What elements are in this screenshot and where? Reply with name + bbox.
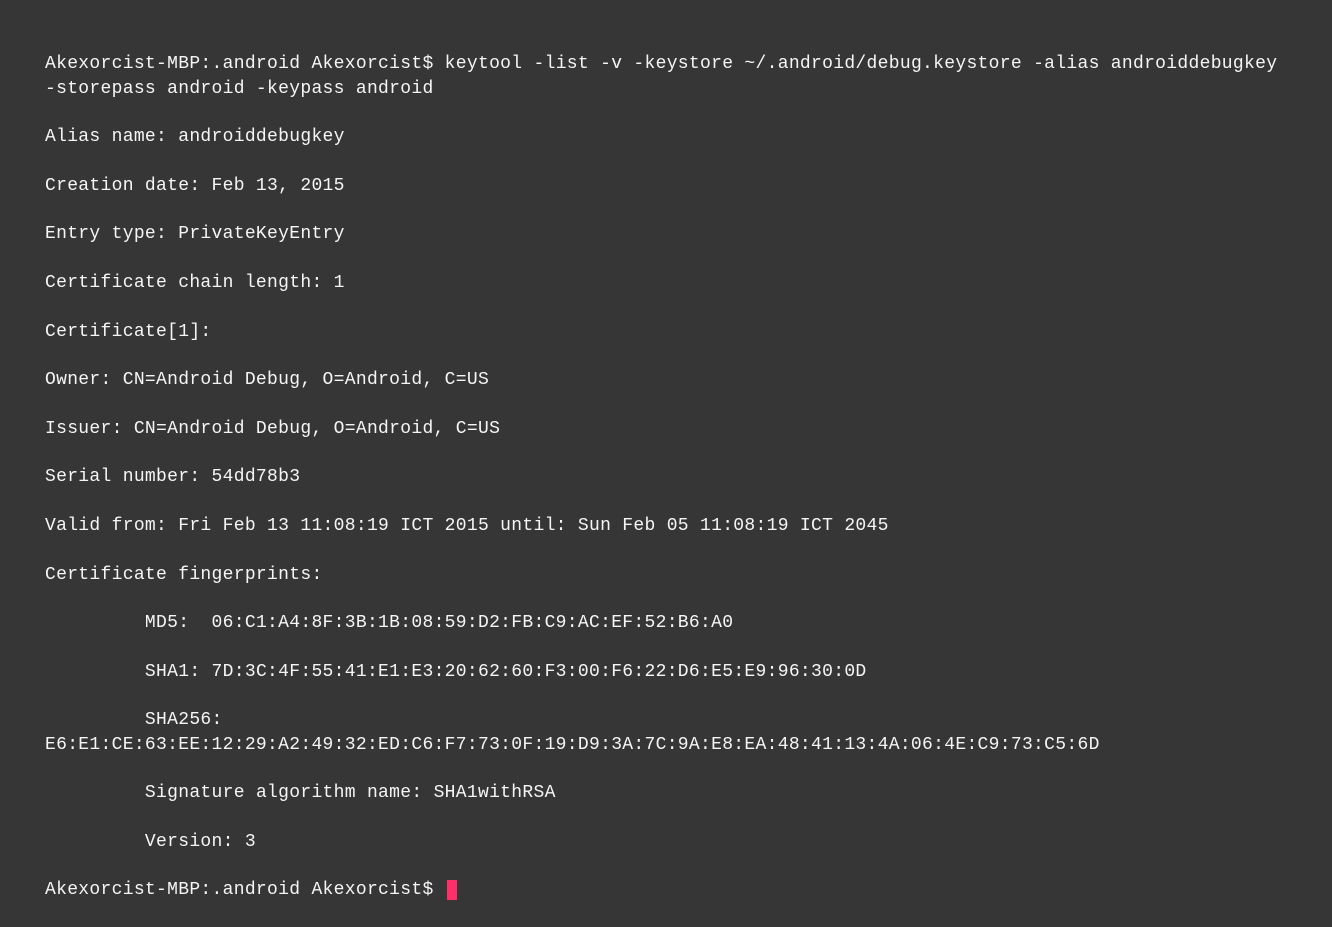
output-entry-type: Entry type: PrivateKeyEntry bbox=[45, 222, 1287, 246]
output-alias-name: Alias name: androiddebugkey bbox=[45, 125, 1287, 149]
output-serial: Serial number: 54dd78b3 bbox=[45, 465, 1287, 489]
cursor-icon bbox=[447, 880, 457, 900]
output-valid: Valid from: Fri Feb 13 11:08:19 ICT 2015… bbox=[45, 514, 1287, 538]
terminal-output[interactable]: Akexorcist-MBP:.android Akexorcist$ keyt… bbox=[45, 28, 1287, 927]
output-sig-alg: Signature algorithm name: SHA1withRSA bbox=[45, 781, 1287, 805]
output-fingerprints-header: Certificate fingerprints: bbox=[45, 563, 1287, 587]
output-sha256: SHA256: E6:E1:CE:63:EE:12:29:A2:49:32:ED… bbox=[45, 708, 1287, 757]
output-sha1: SHA1: 7D:3C:4F:55:41:E1:E3:20:62:60:F3:0… bbox=[45, 660, 1287, 684]
prompt: Akexorcist-MBP:.android Akexorcist$ bbox=[45, 880, 445, 900]
prompt: Akexorcist-MBP:.android Akexorcist$ bbox=[45, 54, 445, 74]
output-owner: Owner: CN=Android Debug, O=Android, C=US bbox=[45, 368, 1287, 392]
output-version: Version: 3 bbox=[45, 830, 1287, 854]
output-creation-date: Creation date: Feb 13, 2015 bbox=[45, 174, 1287, 198]
output-chain-length: Certificate chain length: 1 bbox=[45, 271, 1287, 295]
output-cert-header: Certificate[1]: bbox=[45, 320, 1287, 344]
prompt-line: Akexorcist-MBP:.android Akexorcist$ bbox=[45, 878, 1287, 902]
output-issuer: Issuer: CN=Android Debug, O=Android, C=U… bbox=[45, 417, 1287, 441]
output-md5: MD5: 06:C1:A4:8F:3B:1B:08:59:D2:FB:C9:AC… bbox=[45, 611, 1287, 635]
command-line: Akexorcist-MBP:.android Akexorcist$ keyt… bbox=[45, 52, 1287, 101]
